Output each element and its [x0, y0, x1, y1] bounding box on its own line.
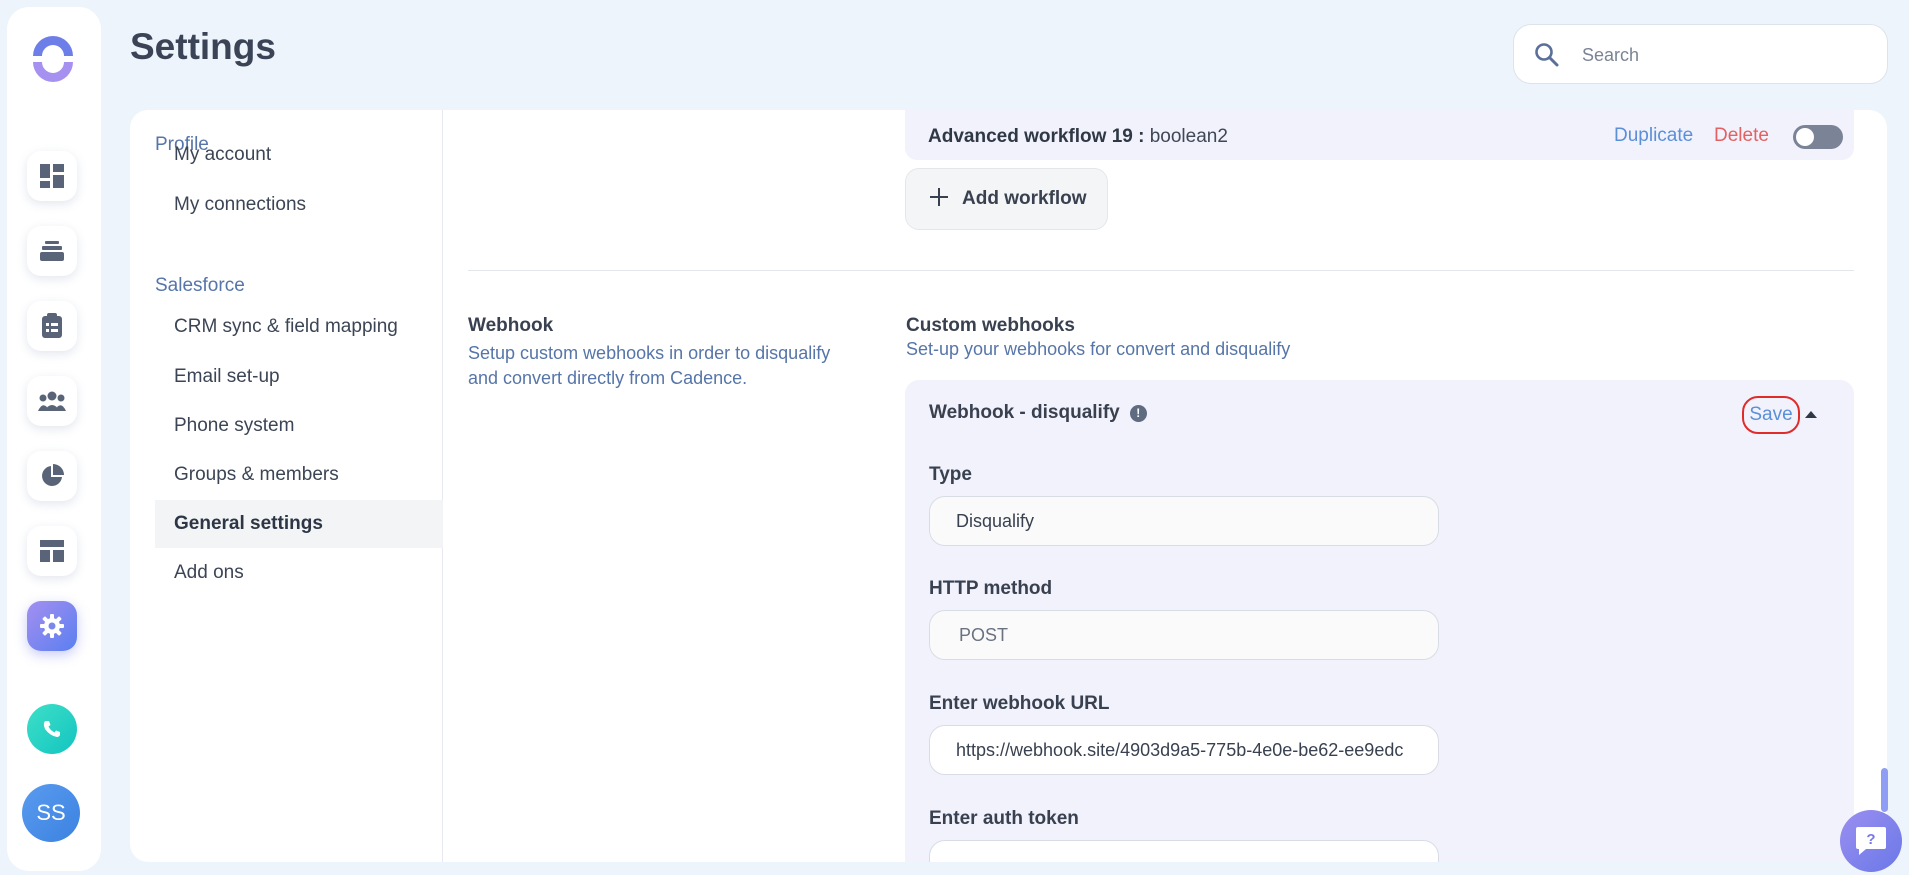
search-box[interactable]	[1513, 24, 1888, 84]
sidebar-item-crm-sync[interactable]: CRM sync & field mapping	[155, 303, 443, 351]
scrollbar-thumb[interactable]	[1881, 768, 1888, 812]
workflow-toggle[interactable]	[1793, 125, 1843, 149]
webhook-card: Webhook - disqualify ! Save Type Disqual…	[905, 380, 1854, 862]
sidebar-item-general-settings[interactable]: General settings	[155, 500, 443, 548]
sidebar-item-email-setup[interactable]: Email set-up	[155, 353, 443, 401]
add-workflow-button[interactable]: Add workflow	[905, 168, 1108, 230]
plus-icon	[930, 187, 948, 211]
custom-webhooks-description: Set-up your webhooks for convert and dis…	[906, 339, 1291, 359]
pie-chart-icon[interactable]	[27, 451, 77, 501]
chevron-up-icon[interactable]	[1805, 405, 1817, 423]
workflow-row: Advanced workflow 19 : boolean2 Duplicat…	[905, 110, 1854, 160]
sidebar-item-add-ons[interactable]: Add ons	[155, 549, 443, 597]
webhook-url-label: Enter webhook URL	[929, 693, 1110, 714]
type-label: Type	[929, 464, 972, 485]
settings-panel: Profile My account My connections Salesf…	[130, 110, 1887, 862]
search-input[interactable]	[1582, 41, 1862, 69]
stack-icon[interactable]	[27, 226, 77, 276]
duplicate-button[interactable]: Duplicate	[1614, 125, 1693, 147]
workflow-title: Advanced workflow 19 : boolean2	[928, 126, 1228, 148]
webhook-card-title-text: Webhook - disqualify	[929, 402, 1120, 423]
clipboard-icon[interactable]	[27, 301, 77, 351]
page-title: Settings	[130, 26, 276, 67]
auth-token-label: Enter auth token	[929, 808, 1079, 829]
webhook-section-description: Setup custom webhooks in order to disqua…	[468, 343, 831, 388]
people-icon[interactable]	[27, 376, 77, 426]
layout-icon[interactable]	[27, 526, 77, 576]
toggle-knob	[1796, 128, 1814, 146]
type-select[interactable]: Disqualify	[929, 496, 1439, 546]
workflow-title-label: Advanced workflow 19 :	[928, 126, 1145, 147]
search-icon	[1534, 42, 1560, 73]
auth-token-input[interactable]	[929, 840, 1439, 862]
sidebar-item-my-account[interactable]: My account	[155, 131, 443, 179]
avatar[interactable]: SS	[22, 784, 80, 842]
svg-text:?: ?	[1866, 831, 1875, 848]
sidebar-item-groups-members[interactable]: Groups & members	[155, 451, 443, 499]
custom-webhooks-title: Custom webhooks	[906, 315, 1075, 336]
dashboard-icon[interactable]	[27, 151, 77, 201]
gear-icon[interactable]	[27, 601, 77, 651]
webhook-card-title: Webhook - disqualify !	[929, 402, 1147, 424]
save-button[interactable]: Save	[1742, 396, 1800, 434]
delete-button[interactable]: Delete	[1714, 125, 1769, 147]
settings-content: Advanced workflow 19 : boolean2 Duplicat…	[468, 110, 1887, 862]
section-title-salesforce: Salesforce	[155, 275, 245, 296]
webhook-section-title: Webhook	[468, 315, 554, 336]
logo-icon[interactable]	[28, 34, 78, 84]
webhook-url-input[interactable]: https://webhook.site/4903d9a5-775b-4e0e-…	[929, 725, 1439, 775]
workflow-title-value: boolean2	[1149, 126, 1228, 147]
settings-sidenav: Profile My account My connections Salesf…	[130, 110, 443, 862]
phone-icon[interactable]	[27, 704, 77, 754]
divider	[468, 270, 1854, 271]
http-method-label: HTTP method	[929, 578, 1053, 599]
http-method-field[interactable]: POST	[929, 610, 1439, 660]
help-button[interactable]: ?	[1840, 810, 1902, 872]
left-rail: SS	[7, 7, 101, 871]
add-workflow-label: Add workflow	[962, 188, 1087, 209]
sidebar-item-phone-system[interactable]: Phone system	[155, 402, 443, 450]
sidebar-item-my-connections[interactable]: My connections	[155, 181, 443, 229]
info-icon[interactable]: !	[1129, 404, 1147, 422]
